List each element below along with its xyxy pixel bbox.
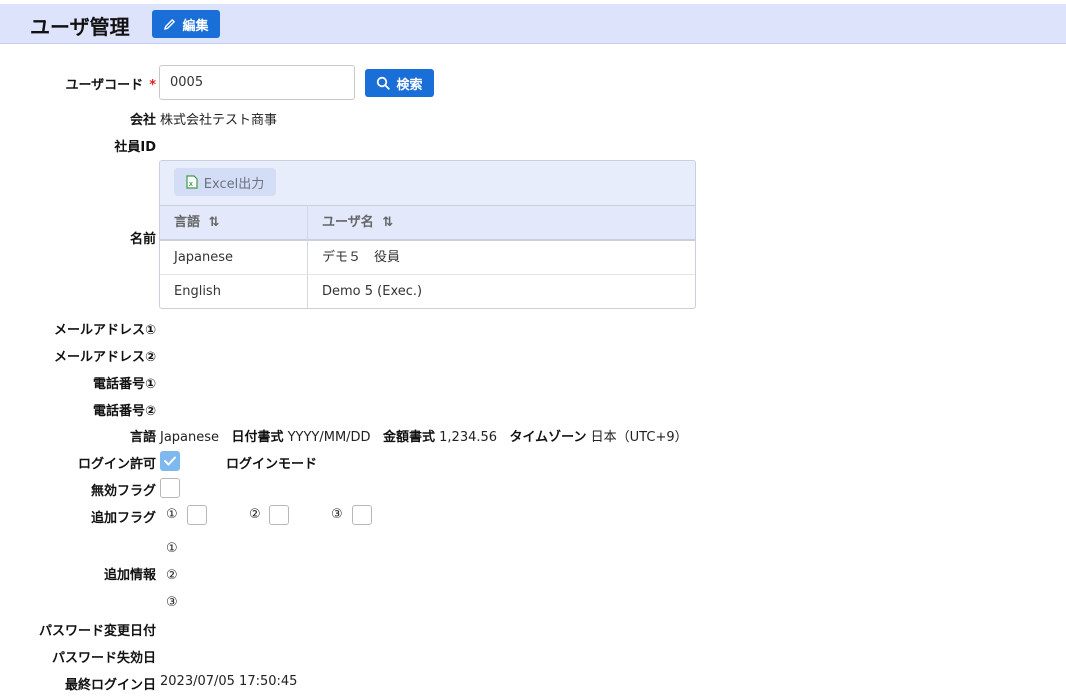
pencil-icon — [164, 18, 176, 30]
cell-language: Japanese — [174, 250, 234, 265]
login-allowed-label: ログイン許可 — [77, 457, 156, 472]
extra-flag-1-checkbox[interactable] — [187, 505, 207, 525]
company-label: 会社 — [129, 113, 156, 128]
timezone-label: タイムゾーン — [509, 430, 587, 445]
search-button[interactable]: 検索 — [365, 69, 434, 97]
user-code-input[interactable]: 0005 — [159, 65, 355, 100]
table-row: Japanese デモ５ 役員 — [160, 241, 695, 275]
email1-label: メールアドレス① — [53, 323, 156, 338]
table-toolbar: x Excel出力 — [160, 161, 695, 205]
language-value: Japanese — [160, 430, 220, 445]
excel-export-label: Excel出力 — [203, 176, 265, 192]
timezone-value: 日本（UTC+9） — [590, 430, 688, 445]
language-label: 言語 — [129, 430, 156, 445]
extra-info-label: 追加情報 — [103, 568, 156, 583]
sort-icon: ⇅ — [382, 215, 394, 230]
locale-settings: Japanese 日付書式 YYYY/MM/DD 金額書式 1,234.56 タ… — [160, 426, 688, 445]
login-allowed-checkbox[interactable] — [160, 451, 180, 471]
edit-button-label: 編集 — [182, 18, 209, 34]
name-table-panel: x Excel出力 言語 ⇅ ユーザ名 ⇅ Japanese デモ５ 役員 En… — [159, 160, 696, 309]
cell-language: English — [174, 284, 221, 299]
last-login-label: 最終ログイン日 — [64, 678, 156, 693]
table-header: 言語 ⇅ ユーザ名 ⇅ — [160, 205, 695, 241]
amount-format-value: 1,234.56 — [439, 430, 498, 445]
phone2-label: 電話番号② — [92, 404, 156, 419]
search-icon — [377, 76, 391, 90]
password-expiry-label: パスワード失効日 — [51, 651, 156, 666]
invalid-flag-checkbox[interactable] — [160, 478, 180, 498]
last-login-value: 2023/07/05 17:50:45 — [160, 674, 298, 689]
invalid-flag-label: 無効フラグ — [90, 484, 156, 499]
extra-flag-number: ③ — [331, 507, 343, 522]
extra-flag-number: ① — [166, 507, 178, 522]
excel-file-icon: x — [186, 175, 198, 189]
search-button-label: 検索 — [396, 77, 423, 93]
login-mode-label: ログインモード — [226, 457, 318, 472]
extra-info-number: ② — [166, 568, 178, 583]
page-header: ユーザ管理 編集 — [0, 4, 1066, 44]
name-label: 名前 — [129, 232, 156, 247]
edit-button[interactable]: 編集 — [152, 10, 220, 38]
date-format-label: 日付書式 — [231, 430, 284, 445]
table-row: English Demo 5 (Exec.) — [160, 275, 695, 308]
extra-info-number: ③ — [166, 595, 178, 610]
email2-label: メールアドレス② — [53, 350, 156, 365]
extra-flag-3-checkbox[interactable] — [352, 505, 372, 525]
extra-flag-number: ② — [249, 507, 261, 522]
column-header-user-name[interactable]: ユーザ名 ⇅ — [322, 206, 393, 240]
employee-id-label: 社員ID — [114, 140, 156, 155]
cell-user-name: Demo 5 (Exec.) — [322, 284, 423, 299]
check-icon — [164, 456, 176, 466]
extra-flag-2-checkbox[interactable] — [269, 505, 289, 525]
cell-user-name: デモ５ 役員 — [322, 250, 401, 265]
extra-flags-label: 追加フラグ — [90, 511, 156, 526]
amount-format-label: 金額書式 — [382, 430, 435, 445]
page-title: ユーザ管理 — [30, 15, 130, 39]
company-value: 株式会社テスト商事 — [160, 113, 278, 128]
extra-info-number: ① — [166, 541, 178, 556]
required-mark: * — [149, 78, 156, 93]
phone1-label: 電話番号① — [92, 377, 156, 392]
user-code-label: ユーザコード * — [65, 78, 156, 93]
date-format-value: YYYY/MM/DD — [287, 430, 371, 445]
excel-export-button[interactable]: x Excel出力 — [174, 168, 276, 196]
column-header-language[interactable]: 言語 ⇅ — [174, 206, 219, 240]
svg-text:x: x — [189, 181, 193, 188]
sort-icon: ⇅ — [208, 215, 220, 230]
password-changed-label: パスワード変更日付 — [38, 624, 156, 639]
